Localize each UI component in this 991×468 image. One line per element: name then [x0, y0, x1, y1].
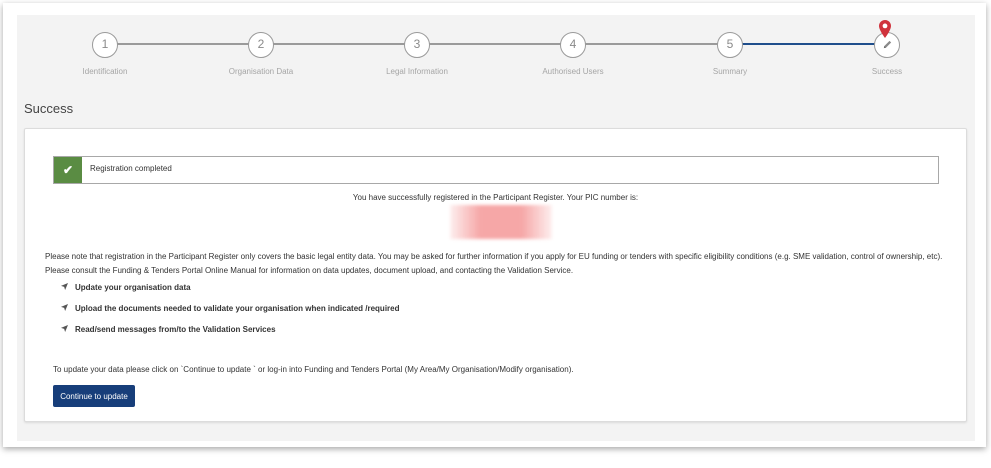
- registration-note: Please note that registration in the Par…: [45, 252, 943, 275]
- arrow-icon: [61, 283, 68, 290]
- feature-text: Update your organisation data: [75, 283, 191, 292]
- location-pin-icon: [879, 20, 891, 38]
- step-2-label: Organisation Data: [228, 67, 294, 76]
- success-alert: ✔ Registration completed: [53, 156, 939, 184]
- check-icon: ✔: [54, 157, 82, 183]
- progress-stepper: 1 Identification 2 Organisation Data 3 L…: [17, 15, 975, 95]
- screenshot-frame: 1 Identification 2 Organisation Data 3 L…: [3, 3, 986, 447]
- step-2-circle[interactable]: 2: [248, 32, 274, 58]
- pic-number-redacted: [450, 205, 552, 239]
- registration-panel: 1 Identification 2 Organisation Data 3 L…: [17, 15, 975, 441]
- list-item: Read/send messages from/to the Validatio…: [61, 324, 400, 345]
- list-item: Upload the documents needed to validate …: [61, 303, 400, 324]
- continue-to-update-button[interactable]: Continue to update: [53, 385, 135, 407]
- pencil-icon: [883, 40, 891, 49]
- page-title: Success: [24, 101, 74, 116]
- step-4-label: Authorised Users: [542, 67, 604, 76]
- pic-intro-text: You have successfully registered in the …: [352, 193, 639, 202]
- feature-list: Update your organisation data Upload the…: [61, 282, 400, 345]
- list-item: Update your organisation data: [61, 282, 400, 303]
- alert-message: Registration completed: [90, 164, 172, 173]
- stepper-line-active: [730, 43, 887, 45]
- step-success-label: Success: [871, 67, 903, 76]
- step-1-label: Identification: [82, 67, 128, 76]
- step-3-label: Legal Information: [386, 67, 448, 76]
- step-5-label: Summary: [712, 67, 748, 76]
- step-5-circle[interactable]: 5: [717, 32, 743, 58]
- update-instructions: To update your data please click on `Con…: [53, 365, 574, 374]
- step-1-circle[interactable]: 1: [92, 32, 118, 58]
- arrow-icon: [61, 325, 68, 332]
- success-card: ✔ Registration completed You have succes…: [24, 128, 967, 422]
- arrow-icon: [61, 304, 68, 311]
- feature-text: Upload the documents needed to validate …: [75, 304, 400, 313]
- feature-text: Read/send messages from/to the Validatio…: [75, 325, 276, 334]
- step-3-circle[interactable]: 3: [404, 32, 430, 58]
- step-4-circle[interactable]: 4: [560, 32, 586, 58]
